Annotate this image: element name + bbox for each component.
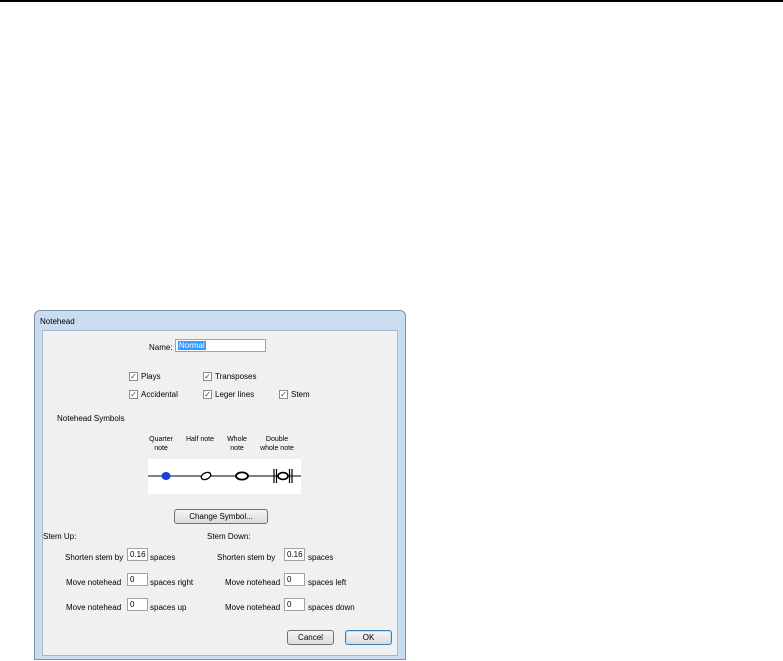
dialog-body: Name: Normal ✓ Plays ✓ Transposes ✓ Acci… (42, 330, 398, 656)
transposes-checkbox[interactable]: ✓ (203, 372, 212, 381)
leger-lines-checkbox[interactable]: ✓ (203, 390, 212, 399)
stem-up-move-h-unit: spaces right (150, 578, 194, 587)
plays-label: Plays (141, 372, 161, 381)
accidental-label: Accidental (141, 390, 178, 399)
double-whole-note-label-line1: Double (265, 436, 289, 443)
window-title: Notehead (40, 317, 75, 326)
double-whole-note-label-line2: whole note (260, 445, 294, 452)
stem-up-move-v-unit: spaces up (150, 603, 187, 612)
name-label: Name: (149, 343, 173, 352)
quarter-notehead-icon[interactable] (161, 472, 171, 480)
stem-down-heading: Stem Down: (207, 532, 251, 541)
stem-up-move-h-label: Move notehead (66, 578, 122, 587)
whole-note-column-label: Whole note (221, 435, 253, 453)
stem-down-shorten-input[interactable]: 0.16 (284, 548, 305, 561)
stem-up-move-v-input[interactable]: 0 (127, 598, 148, 611)
change-symbol-button[interactable]: Change Symbol... (174, 509, 268, 524)
whole-notehead-icon[interactable] (235, 471, 249, 481)
stem-up-move-v-label: Move notehead (66, 603, 122, 612)
stem-down-move-v-label: Move notehead (225, 603, 281, 612)
leger-lines-label: Leger lines (215, 390, 255, 399)
double-whole-notehead-icon[interactable] (273, 469, 293, 483)
stem-down-shorten-unit: spaces (308, 553, 334, 562)
stem-label: Stem (291, 390, 310, 399)
stem-up-heading: Stem Up: (43, 532, 77, 541)
stem-up-shorten-label: Shorten stem by (65, 553, 124, 562)
quarter-note-label-line2: note (154, 445, 168, 452)
notehead-symbols-preview (148, 459, 301, 494)
notehead-symbols-heading: Notehead Symbols (57, 414, 125, 423)
stem-down-move-h-unit: spaces left (308, 578, 347, 587)
ok-button[interactable]: OK (345, 630, 392, 645)
half-note-label-line1: Half note (185, 436, 215, 443)
top-border-line (0, 0, 783, 2)
stem-down-move-v-unit: spaces down (308, 603, 355, 612)
name-value: Normal (178, 341, 206, 350)
double-whole-note-column-label: Double whole note (255, 435, 299, 453)
stem-up-shorten-unit: spaces (150, 553, 176, 562)
quarter-note-label-line1: Quarter (149, 436, 173, 443)
stem-down-move-h-input[interactable]: 0 (284, 573, 305, 586)
accidental-checkbox[interactable]: ✓ (129, 390, 138, 399)
notehead-staff-svg (148, 469, 301, 483)
half-note-column-label: Half note (179, 435, 221, 444)
whole-note-label-line1: Whole (227, 436, 247, 443)
stem-up-move-h-input[interactable]: 0 (127, 573, 148, 586)
stem-down-move-h-label: Move notehead (225, 578, 281, 587)
title-bar[interactable]: Notehead (35, 311, 405, 329)
notehead-dialog: Notehead Name: Normal ✓ Plays ✓ Transpos… (34, 310, 406, 660)
name-input[interactable]: Normal (175, 339, 266, 352)
stem-down-move-v-input[interactable]: 0 (284, 598, 305, 611)
stem-up-shorten-input[interactable]: 0.16 (127, 548, 148, 561)
quarter-note-column-label: Quarter note (143, 435, 179, 453)
cancel-button[interactable]: Cancel (287, 630, 334, 645)
plays-checkbox[interactable]: ✓ (129, 372, 138, 381)
whole-note-label-line2: note (230, 445, 244, 452)
stem-down-shorten-label: Shorten stem by (217, 553, 276, 562)
half-notehead-icon[interactable] (200, 471, 212, 481)
transposes-label: Transposes (215, 372, 257, 381)
stem-checkbox[interactable]: ✓ (279, 390, 288, 399)
